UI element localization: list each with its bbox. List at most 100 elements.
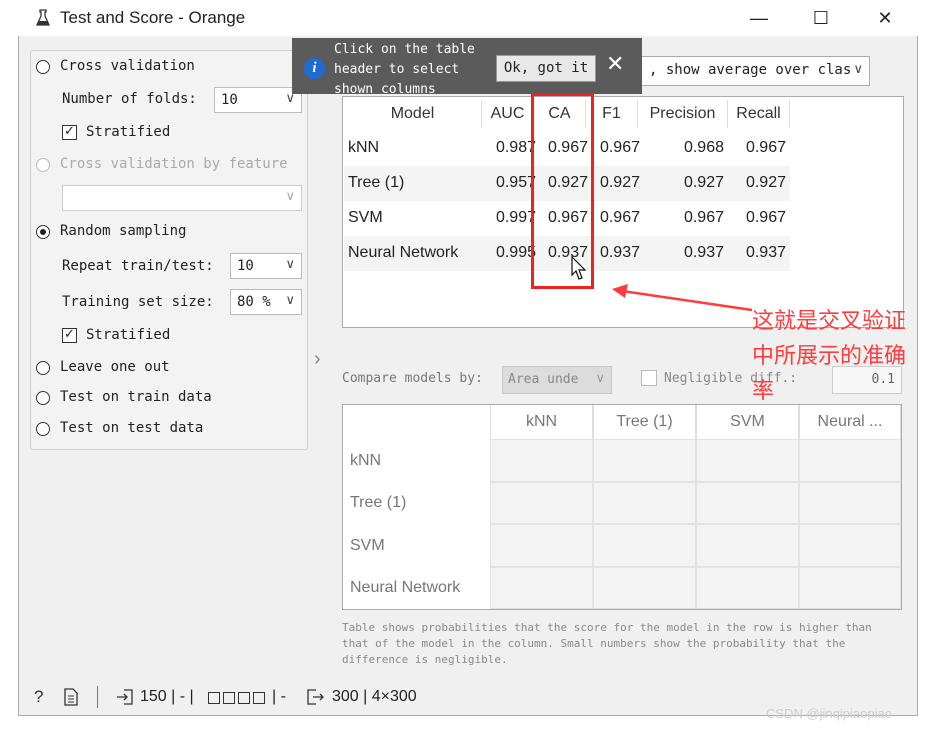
model-name: kNN: [348, 139, 380, 156]
cv-by-feature-label: Cross validation by feature: [60, 156, 288, 172]
auc-value: 0.957: [495, 174, 536, 191]
highlight-box: [531, 93, 594, 289]
info-icon: i: [304, 58, 325, 79]
cmp-cell: [490, 482, 593, 524]
precision-value: 0.967: [683, 209, 724, 226]
cmp-cell: [593, 524, 696, 567]
cmp-cell: [799, 482, 901, 524]
chevron-down-icon: ∨: [595, 371, 605, 386]
model-name: Neural Network: [348, 244, 459, 261]
output-icon: [307, 689, 324, 705]
minimize-button[interactable]: —: [735, 0, 783, 36]
recall-value: 0.927: [745, 174, 786, 191]
radio-test-on-train[interactable]: [36, 391, 50, 405]
negligible-checkbox[interactable]: [641, 370, 657, 386]
cmp-cell: [490, 439, 593, 482]
cmp-cell: [593, 482, 696, 524]
stratified-checkbox[interactable]: ✓: [62, 125, 77, 140]
cmp-row-header: Neural Network: [350, 579, 461, 596]
radio-cv-by-feature[interactable]: [36, 158, 50, 172]
compare-combo[interactable]: Area unde ∨: [502, 366, 612, 394]
tooltip-text: Click on the table header to select show…: [334, 42, 475, 97]
radio-random-sampling[interactable]: [36, 225, 50, 239]
cmp-col-header: SVM: [696, 405, 799, 439]
cmp-cell: [593, 439, 696, 482]
summary-separator: | -: [272, 688, 286, 705]
precision-value: 0.937: [683, 244, 724, 261]
cmp-col-header: Neural ...: [799, 405, 901, 439]
stratified-label: Stratified: [86, 124, 171, 140]
folds-combo[interactable]: 10 ∨: [214, 87, 302, 113]
target-class-value: , show average over clas: [649, 62, 852, 78]
stratified2-label: Stratified: [86, 327, 171, 343]
target-class-combo[interactable]: , show average over clas ∨: [640, 56, 870, 86]
close-icon[interactable]: ✕: [606, 52, 624, 77]
output-summary: 300 | 4×300: [332, 688, 417, 705]
col-header-precision[interactable]: Precision: [638, 100, 728, 128]
chevron-down-icon: ∨: [853, 62, 863, 77]
radio-test-on-test[interactable]: [36, 422, 50, 436]
input-icon: [117, 689, 133, 705]
chevron-right-icon[interactable]: ›: [314, 348, 321, 371]
watermark: CSDN @jinqipiaopiao: [766, 706, 892, 721]
cmp-cell: [490, 567, 593, 609]
close-button[interactable]: ✕: [861, 0, 909, 36]
train-size-value: 80 %: [237, 294, 271, 310]
radio-cross-validation[interactable]: [36, 60, 50, 74]
stratified2-checkbox[interactable]: ✓: [62, 328, 77, 343]
f1-value: 0.967: [599, 139, 640, 156]
auc-value: 0.997: [495, 209, 536, 226]
report-icon[interactable]: [64, 688, 78, 706]
maximize-button[interactable]: ☐: [797, 0, 845, 36]
chevron-down-icon: ∨: [285, 293, 295, 308]
cmp-cell: [696, 482, 799, 524]
test-on-test-label: Test on test data: [60, 420, 204, 436]
precision-value: 0.927: [683, 174, 724, 191]
col-header-model[interactable]: Model: [344, 100, 482, 128]
cmp-cell: [799, 567, 901, 609]
folds-label: Number of folds:: [62, 91, 197, 107]
cmp-cell: [799, 439, 901, 482]
comparison-footnote: Table shows probabilities that the score…: [342, 621, 872, 666]
chevron-down-icon: ∨: [285, 257, 295, 272]
feature-combo[interactable]: ∨: [62, 185, 302, 211]
model-name: Tree (1): [348, 174, 405, 191]
recall-value: 0.937: [745, 244, 786, 261]
repeat-combo[interactable]: 10 ∨: [230, 253, 302, 279]
col-header-recall[interactable]: Recall: [728, 100, 790, 128]
cmp-cell: [799, 524, 901, 567]
folds-value: 10: [221, 92, 238, 108]
repeat-value: 10: [237, 258, 254, 274]
cmp-col-header: kNN: [490, 405, 593, 439]
cmp-row-header: SVM: [350, 537, 385, 554]
auc-value: 0.987: [495, 139, 536, 156]
chevron-down-icon: ∨: [285, 189, 295, 204]
compare-value: Area unde: [508, 372, 579, 387]
col-header-auc[interactable]: AUC: [482, 100, 534, 128]
leave-one-out-label: Leave one out: [60, 359, 170, 375]
f1-value: 0.927: [599, 174, 640, 191]
cmp-col-header: Tree (1): [593, 405, 696, 439]
cmp-cell: [696, 567, 799, 609]
annotation-text: 这就是交叉验证中所展示的准确率: [752, 309, 907, 404]
cmp-row-header: Tree (1): [350, 494, 407, 511]
title-bar: Test and Score - Orange — ☐ ✕: [0, 0, 935, 36]
help-icon[interactable]: ?: [34, 687, 43, 707]
cross-validation-label: Cross validation: [60, 58, 195, 74]
cmp-cell: [490, 524, 593, 567]
ok-got-it-button[interactable]: Ok, got it: [496, 55, 596, 82]
cmp-cell: [593, 567, 696, 609]
window-title: Test and Score - Orange: [60, 8, 246, 27]
repeat-label: Repeat train/test:: [62, 258, 214, 274]
precision-value: 0.968: [683, 139, 724, 156]
cmp-cell: [696, 439, 799, 482]
compare-label: Compare models by:: [342, 371, 483, 386]
divider: [97, 686, 98, 708]
f1-value: 0.967: [599, 209, 640, 226]
train-size-combo[interactable]: 80 % ∨: [230, 289, 302, 315]
model-name: SVM: [348, 209, 383, 226]
dataset-icons: [208, 692, 270, 704]
radio-leave-one-out[interactable]: [36, 361, 50, 375]
auc-value: 0.995: [495, 244, 536, 261]
test-on-train-label: Test on train data: [60, 389, 212, 405]
